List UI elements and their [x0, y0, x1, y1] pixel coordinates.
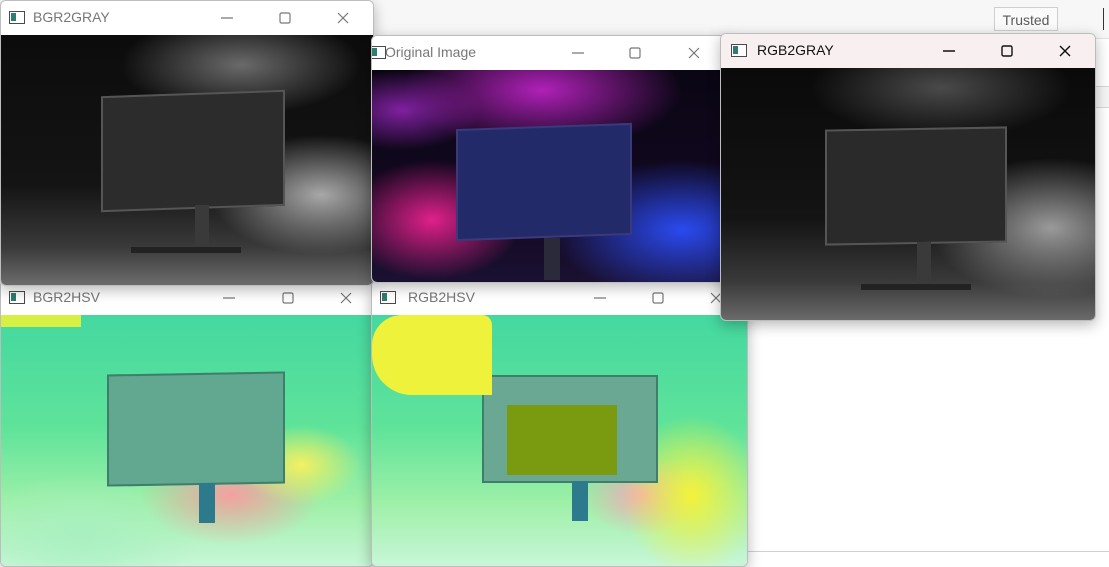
minimize-button[interactable] [580, 284, 620, 312]
window-bgr2hsv[interactable]: BGR2HSV [0, 280, 374, 567]
close-button[interactable] [674, 39, 714, 67]
titlebar[interactable]: BGR2GRAY [1, 1, 373, 35]
minimize-icon [221, 17, 233, 19]
monitor-screen [101, 89, 285, 213]
window-title: BGR2HSV [33, 289, 100, 305]
olive-patch [507, 405, 617, 475]
window-title: BGR2GRAY [33, 9, 110, 25]
window-original-image[interactable]: Original Image [371, 35, 731, 283]
minimize-button[interactable] [558, 39, 598, 67]
maximize-button[interactable] [638, 284, 678, 312]
close-icon [1059, 45, 1071, 57]
minimize-icon [223, 297, 235, 299]
notebook-cell-divider [740, 551, 1109, 552]
close-icon [688, 47, 700, 59]
maximize-icon [1001, 45, 1013, 57]
maximize-button[interactable] [265, 4, 305, 32]
minimize-icon [943, 50, 955, 52]
titlebar[interactable]: RGB2GRAY [721, 34, 1095, 68]
monitor-foot [131, 247, 241, 253]
monitor-screen [107, 371, 285, 487]
window-title: RGB2GRAY [757, 42, 834, 58]
image-canvas[interactable] [1, 35, 373, 285]
monitor-foot [861, 284, 971, 290]
window-rgb2hsv[interactable]: RGB2HSV [371, 280, 748, 567]
opencv-window-icon [9, 11, 25, 24]
window-title: Original Image [385, 44, 477, 60]
yellow-noise [1, 315, 81, 327]
maximize-button[interactable] [987, 37, 1027, 65]
window-title: RGB2HSV [408, 289, 475, 305]
monitor-stand [199, 483, 215, 523]
minimize-button[interactable] [929, 37, 969, 65]
maximize-icon [629, 47, 641, 59]
minimize-icon [594, 297, 606, 299]
window-rgb2gray[interactable]: RGB2GRAY [720, 33, 1096, 321]
minimize-button[interactable] [207, 4, 247, 32]
titlebar[interactable]: Original Image [372, 36, 730, 70]
maximize-icon [279, 12, 291, 24]
window-bgr2gray[interactable]: BGR2GRAY [0, 0, 374, 286]
monitor-stand [544, 238, 560, 280]
minimize-button[interactable] [209, 284, 249, 312]
maximize-button[interactable] [268, 284, 308, 312]
minimize-icon [572, 52, 584, 54]
close-button[interactable] [326, 284, 366, 312]
opencv-window-icon [380, 291, 396, 304]
maximize-icon [652, 292, 664, 304]
yellow-blob [372, 315, 492, 395]
titlebar[interactable]: BGR2HSV [1, 281, 373, 315]
opencv-window-icon [372, 46, 386, 59]
image-canvas[interactable] [1, 315, 373, 566]
close-button[interactable] [323, 4, 363, 32]
maximize-button[interactable] [615, 39, 655, 67]
monitor-stand [917, 242, 931, 286]
close-button[interactable] [1045, 37, 1085, 65]
image-canvas[interactable] [372, 70, 730, 282]
maximize-icon [282, 292, 294, 304]
kernel-divider [1103, 8, 1104, 30]
trusted-indicator[interactable]: Trusted [994, 7, 1058, 31]
close-icon [340, 292, 352, 304]
close-icon [337, 12, 349, 24]
monitor-stand [195, 205, 209, 249]
opencv-window-icon [731, 44, 747, 57]
image-canvas[interactable] [721, 68, 1095, 320]
titlebar[interactable]: RGB2HSV [372, 281, 747, 315]
monitor-stand [572, 481, 588, 521]
opencv-window-icon [9, 291, 25, 304]
monitor-screen [456, 122, 632, 242]
image-canvas[interactable] [372, 315, 747, 566]
monitor-screen [825, 126, 1007, 246]
